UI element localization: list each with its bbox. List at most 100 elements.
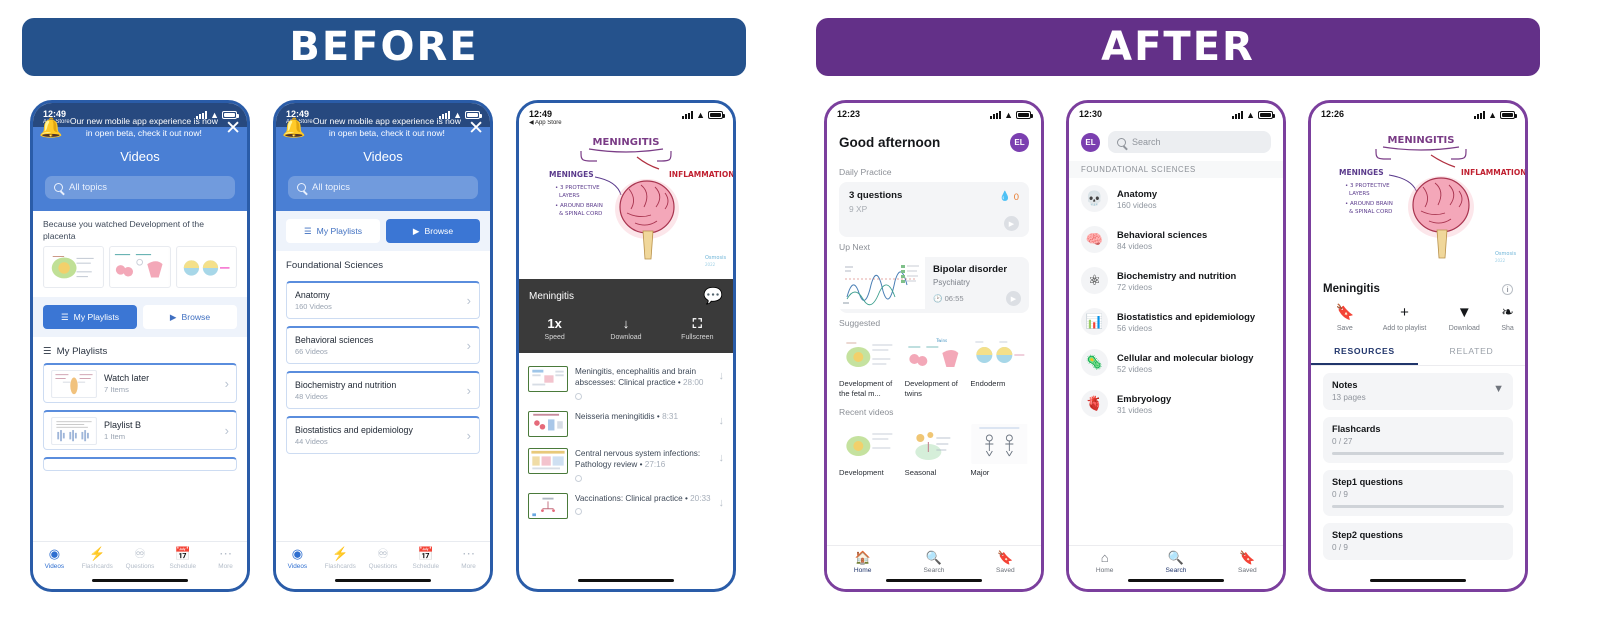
wifi-icon: ▲ bbox=[1004, 110, 1013, 120]
thumbnail-item[interactable] bbox=[109, 246, 171, 289]
category-list[interactable]: Anatomy 160 Videos › Behavioral sciences… bbox=[276, 277, 490, 454]
list-item[interactable]: 🧠 Behavioral sciences 84 videos bbox=[1069, 219, 1283, 260]
phone2-tabs[interactable]: ☰ My Playlists ▶ Browse bbox=[276, 211, 490, 251]
list-item[interactable]: Behavioral sciences 66 Videos › bbox=[286, 326, 480, 364]
share-button[interactable]: ❧ Sha bbox=[1494, 305, 1521, 332]
thumbnail-item[interactable] bbox=[43, 246, 105, 289]
tab-browse[interactable]: ▶ Browse bbox=[386, 219, 480, 243]
resource-item[interactable]: Notes 13 pages ▼ bbox=[1323, 373, 1513, 410]
list-item[interactable]: Biochemistry and nutrition 48 Videos › bbox=[286, 371, 480, 409]
tab-home[interactable]: 🏠 Home bbox=[827, 551, 898, 574]
list-item[interactable]: Central nervous system infections: Patho… bbox=[519, 443, 733, 488]
tab-questions[interactable]: ♾ Questions bbox=[119, 547, 162, 570]
tab-saved[interactable]: 🔖 Saved bbox=[1212, 551, 1283, 574]
tab-browse[interactable]: ▶ Browse bbox=[143, 305, 237, 330]
list-item[interactable]: Vaccinations: Clinical practice • 20:33 … bbox=[519, 488, 733, 525]
list-item[interactable] bbox=[43, 457, 237, 472]
download-button[interactable]: ↓ Download bbox=[590, 317, 661, 341]
search-input[interactable]: All topics bbox=[45, 176, 235, 199]
tab-flashcards[interactable]: ⚡ Flashcards bbox=[319, 547, 362, 570]
tab-schedule[interactable]: 📅 Schedule bbox=[161, 547, 204, 570]
resource-tabs[interactable]: RESOURCES RELATED bbox=[1311, 340, 1525, 366]
phone1-tabs[interactable]: ☰ My Playlists ▶ Browse bbox=[33, 297, 247, 338]
grid-item[interactable]: Endoderm bbox=[970, 335, 1030, 400]
download-icon[interactable]: ↓ bbox=[719, 493, 725, 509]
tab-resources[interactable]: RESOURCES bbox=[1311, 340, 1418, 365]
tab-search-label: Search bbox=[923, 567, 945, 574]
fullscreen-button[interactable]: ⛶ Fullscreen bbox=[662, 317, 733, 341]
recent-videos-grid[interactable]: Development Seasonal Major bbox=[827, 422, 1041, 480]
search-input[interactable]: All topics bbox=[288, 176, 478, 199]
resource-item[interactable]: Step1 questions 0 / 9 bbox=[1323, 470, 1513, 516]
download-circle-icon[interactable]: ▼ bbox=[1493, 383, 1504, 395]
list-item[interactable]: Biostatistics and epidemiology 44 Videos… bbox=[286, 416, 480, 454]
list-item[interactable]: Anatomy 160 Videos › bbox=[286, 281, 480, 319]
tab-flashcards[interactable]: ⚡ Flashcards bbox=[76, 547, 119, 570]
play-button[interactable]: ▶ bbox=[1006, 291, 1021, 306]
tab-home[interactable]: ⌂ Home bbox=[1069, 551, 1140, 574]
comment-icon[interactable]: 💬 bbox=[703, 286, 723, 306]
thumbnail-item[interactable] bbox=[175, 246, 237, 289]
grid-item[interactable]: Seasonal bbox=[904, 423, 964, 478]
video-actions[interactable]: 🔖 Save + Add to playlist ▼ Download ❧ Sh… bbox=[1311, 295, 1525, 340]
tab-browse-label: Browse bbox=[424, 226, 454, 236]
tab-search[interactable]: 🔍 Search bbox=[1140, 551, 1211, 574]
video-illustration[interactable]: MENINGITIS MENINGES INFLAMMATION • 3 PRO… bbox=[519, 127, 733, 279]
resource-item[interactable]: Step2 questions 0 / 9 bbox=[1323, 523, 1513, 560]
tab-more[interactable]: ⋯ More bbox=[447, 547, 490, 570]
daily-practice-card[interactable]: 3 questions 9 XP 💧 0 ▶ bbox=[839, 182, 1029, 237]
grid-item[interactable]: Major bbox=[970, 423, 1030, 478]
list-item[interactable]: Neisseria meningitidis • 8:31 ↓ bbox=[519, 406, 733, 443]
grid-item[interactable]: Twins Development of twins bbox=[904, 335, 964, 400]
list-item[interactable]: 📊 Biostatistics and epidemiology 56 vide… bbox=[1069, 301, 1283, 342]
tab-my-playlists[interactable]: ☰ My Playlists bbox=[43, 305, 137, 330]
avatar[interactable]: EL bbox=[1081, 132, 1100, 152]
grid-item[interactable]: Development bbox=[839, 423, 898, 478]
info-icon[interactable]: i bbox=[1502, 283, 1513, 295]
download-icon[interactable]: ↓ bbox=[719, 448, 725, 464]
recommended-thumbnails[interactable] bbox=[33, 246, 247, 297]
bottom-tab-bar[interactable]: ⌂ Home 🔍 Search 🔖 Saved bbox=[1069, 545, 1283, 589]
save-button[interactable]: 🔖 Save bbox=[1315, 305, 1375, 332]
add-to-playlist-button[interactable]: + Add to playlist bbox=[1375, 305, 1435, 332]
list-item[interactable]: 🫀 Embryology 31 videos bbox=[1069, 383, 1283, 424]
search-input[interactable]: Search bbox=[1108, 131, 1271, 153]
wifi-icon: ▲ bbox=[453, 110, 462, 120]
player-controls[interactable]: 1x Speed ↓ Download ⛶ Fullscreen bbox=[519, 313, 733, 353]
list-item[interactable]: Playlist B 1 Item › bbox=[43, 410, 237, 451]
tab-videos[interactable]: ◉ Videos bbox=[33, 547, 76, 570]
speed-button[interactable]: 1x Speed bbox=[519, 317, 590, 341]
tab-saved[interactable]: 🔖 Saved bbox=[970, 551, 1041, 574]
tab-schedule[interactable]: 📅 Schedule bbox=[404, 547, 447, 570]
list-item[interactable]: ⚛ Biochemistry and nutrition 72 videos bbox=[1069, 260, 1283, 301]
bottom-tab-bar[interactable]: 🏠 Home 🔍 Search 🔖 Saved bbox=[827, 545, 1041, 589]
download-icon[interactable]: ↓ bbox=[719, 411, 725, 427]
up-next-card[interactable]: Bipolar disorder Psychiatry 🕑 06:55 ▶ bbox=[839, 257, 1029, 313]
list-item[interactable]: 🦠 Cellular and molecular biology 52 vide… bbox=[1069, 342, 1283, 383]
tab-more[interactable]: ⋯ More bbox=[204, 547, 247, 570]
download-button[interactable]: ▼ Download bbox=[1434, 305, 1494, 332]
list-item[interactable]: Watch later 7 Items › bbox=[43, 363, 237, 404]
tab-my-playlists[interactable]: ☰ My Playlists bbox=[286, 219, 380, 243]
list-item[interactable]: Meningitis, encephalitis and brain absce… bbox=[519, 361, 733, 406]
grid-item[interactable]: Development of the fetal m... bbox=[839, 335, 898, 400]
grid-item-label: Seasonal bbox=[904, 467, 937, 477]
play-button[interactable]: ▶ bbox=[1004, 216, 1019, 231]
phone2-hero: Videos All topics bbox=[276, 127, 490, 211]
tab-related[interactable]: RELATED bbox=[1418, 340, 1525, 365]
suggested-grid[interactable]: Development of the fetal m... Twins Deve… bbox=[827, 333, 1041, 402]
video-list[interactable]: Meningitis, encephalitis and brain absce… bbox=[519, 353, 733, 525]
home-header: Good afternoon EL bbox=[827, 127, 1041, 162]
tab-videos[interactable]: ◉ Videos bbox=[276, 547, 319, 570]
tab-search[interactable]: 🔍 Search bbox=[898, 551, 969, 574]
resource-item[interactable]: Flashcards 0 / 27 bbox=[1323, 417, 1513, 463]
list-item[interactable]: 💀 Anatomy 160 videos bbox=[1069, 178, 1283, 219]
status-app-store-back[interactable]: ◀ App Store bbox=[529, 119, 562, 126]
bookmark-icon: 🔖 bbox=[1239, 550, 1256, 565]
tab-questions[interactable]: ♾ Questions bbox=[362, 547, 405, 570]
video-illustration[interactable]: MENINGITIS MENINGES INFLAMMATION • 3 PRO… bbox=[1311, 127, 1525, 275]
download-icon[interactable]: ↓ bbox=[719, 366, 725, 382]
phone2-screen: 12:49 App Store ▲ 🔔 Our new mobile app e… bbox=[276, 103, 490, 589]
avatar[interactable]: EL bbox=[1010, 133, 1029, 152]
category-title: Behavioral sciences bbox=[295, 335, 374, 345]
